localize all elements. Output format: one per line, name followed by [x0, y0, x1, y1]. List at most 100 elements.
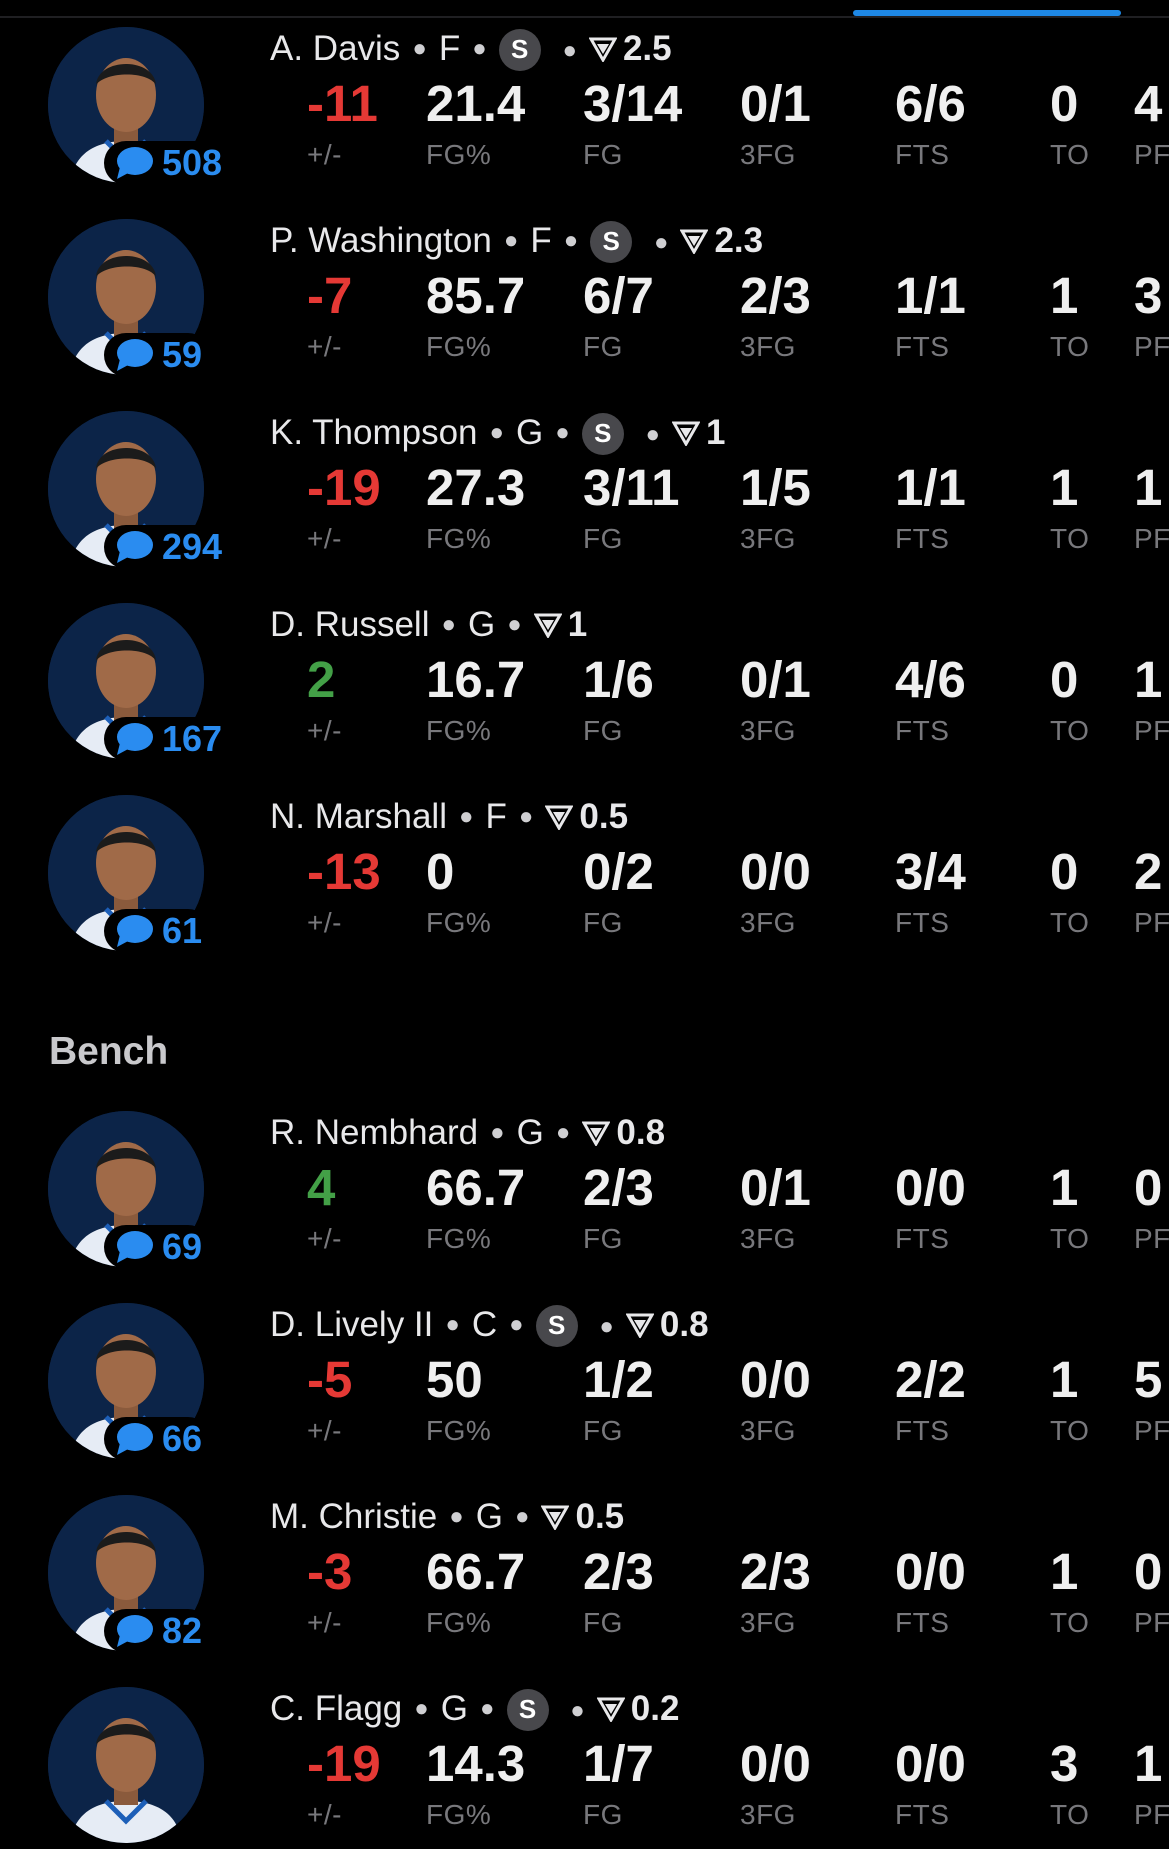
separator-dot: ● — [458, 803, 474, 830]
rating-value: 0.8 — [659, 1305, 709, 1344]
stat-value: 2/3 — [583, 1159, 654, 1216]
stat-value: 4 — [1134, 75, 1163, 132]
comment-count-badge[interactable]: 167 — [104, 717, 231, 761]
comment-count-badge[interactable]: 66 — [104, 1417, 211, 1461]
stat-label: FG% — [426, 1607, 492, 1638]
stat-fg: 0/2 FG — [583, 846, 654, 939]
stat-fg-percent: 14.3 FG% — [426, 1738, 525, 1831]
player-rating: 1 — [533, 605, 587, 645]
separator-dot: ● — [412, 35, 427, 62]
stat-value: 0 — [1050, 843, 1079, 900]
speech-bubble-icon — [117, 915, 153, 947]
player-row[interactable]: 294 K. Thompson ● G ● S ● 1 -19 +/- 27.3 F… — [0, 404, 1169, 596]
stat-label: +/- — [307, 523, 342, 554]
stat-value: 5 — [1134, 1351, 1163, 1408]
comment-count-badge[interactable]: 69 — [104, 1225, 211, 1269]
stat-label: FG% — [426, 1415, 492, 1446]
stat-plus-minus: 4 +/- — [307, 1162, 342, 1255]
rating-value: 0.8 — [616, 1113, 666, 1152]
player-position: F — [438, 29, 461, 68]
stat-label: 3FG — [740, 331, 796, 362]
stat-value: 1 — [1050, 1543, 1079, 1600]
player-row[interactable]: 61 N. Marshall ● F ● ● 0.5 -13 +/- 0 FG% 0… — [0, 788, 1169, 980]
stat-value: 1 — [1134, 459, 1163, 516]
stat-label: FG — [583, 1607, 623, 1638]
stat-turnovers: 1 TO — [1050, 1354, 1089, 1447]
player-rating: 2.5 — [588, 29, 672, 69]
stat-label: +/- — [307, 1607, 342, 1638]
stat-turnovers: 1 TO — [1050, 462, 1089, 555]
stat-label: PF — [1134, 1223, 1169, 1254]
player-row[interactable]: 69 R. Nembhard ● G ● ● 0.8 4+/- 66.7FG% … — [0, 1104, 1169, 1296]
stat-label: +/- — [307, 907, 342, 938]
stat-value: 1/7 — [583, 1735, 654, 1792]
player-name: M. Christie — [270, 1497, 438, 1536]
separator-dot: ● — [472, 35, 487, 62]
stat-label: 3FG — [740, 1223, 796, 1254]
separator-dot: ● — [445, 1311, 460, 1338]
stat-label: FG% — [426, 1223, 492, 1254]
triangle-rating-icon — [625, 1313, 654, 1338]
speech-bubble-icon — [117, 723, 153, 755]
stat-value: 1/1 — [895, 267, 966, 324]
stat-label: PF — [1134, 715, 1169, 746]
comment-count-badge[interactable]: 294 — [104, 525, 231, 569]
stat-three-fg: 2/3 3FG — [740, 1546, 811, 1639]
player-row[interactable]: C. Flagg ● G ● S ● 0.2 -19 +/- 14.3 FG% 1/… — [0, 1680, 1169, 1849]
stat-label: FTS — [895, 1607, 950, 1638]
box-score-screen: Bench 508 A. Davis ● F ● S ● 2.5 -11 +/-… — [0, 0, 1169, 1849]
player-row[interactable]: 59 P. Washington ● F ● S ● 2.3 -7 +/- 85.… — [0, 212, 1169, 404]
stat-turnovers: 3 TO — [1050, 1738, 1089, 1831]
separator-dot: ● — [645, 421, 661, 449]
player-rating: 0.8 — [625, 1305, 709, 1345]
player-avatar[interactable] — [48, 1687, 204, 1843]
stat-label: FG% — [426, 331, 492, 362]
stat-plus-minus: -19 +/- — [307, 1738, 381, 1831]
stat-label: 3FG — [740, 139, 796, 170]
stat-label: TO — [1050, 715, 1090, 746]
player-name: D. Lively II — [270, 1305, 434, 1344]
player-name: K. Thompson — [270, 413, 478, 452]
comment-count: 82 — [162, 1610, 203, 1651]
stat-label: PF — [1134, 1415, 1169, 1446]
stat-label: 3FG — [740, 1607, 796, 1638]
player-position: G — [475, 1497, 503, 1536]
stat-value: 3 — [1134, 267, 1163, 324]
stat-free-throws: 2/2 FTS — [895, 1354, 966, 1447]
stat-personal-fouls: 1 PF — [1134, 462, 1169, 555]
player-row[interactable]: 66 D. Lively II ● C ● S ● 0.8 -5 +/- 50 FG… — [0, 1296, 1169, 1488]
stat-three-fg: 0/1 3FG — [740, 78, 811, 171]
stat-value: -13 — [307, 843, 381, 900]
starter-badge: S — [506, 1688, 549, 1731]
comment-count-badge[interactable]: 59 — [104, 333, 211, 377]
stat-plus-minus: -3 +/- — [307, 1546, 352, 1639]
comment-count-badge[interactable]: 82 — [104, 1609, 211, 1653]
stat-free-throws: 0/0 FTS — [895, 1546, 966, 1639]
stat-fg: 3/11 FG — [583, 462, 679, 555]
player-row[interactable]: 167 D. Russell ● G ● ● 1 2 +/- 16.7 FG% 1/… — [0, 596, 1169, 788]
player-rating: 0.5 — [545, 797, 628, 837]
player-position: G — [516, 1113, 544, 1152]
stat-turnovers: 1 TO — [1050, 270, 1089, 363]
player-row[interactable]: 82 M. Christie ● G ● ● 0.5 -3 +/- 66.7 FG%… — [0, 1488, 1169, 1680]
triangle-rating-icon — [541, 1505, 570, 1530]
stat-label: FTS — [895, 1799, 950, 1830]
player-rating: 0.8 — [582, 1113, 665, 1153]
comment-count-badge[interactable]: 61 — [104, 909, 211, 953]
stat-value: 2/3 — [740, 267, 811, 324]
player-rating: 2.3 — [680, 221, 763, 261]
stat-plus-minus: -5 +/- — [307, 1354, 352, 1447]
player-name: N. Marshall — [270, 797, 447, 836]
stat-value: 0/0 — [895, 1159, 966, 1216]
comment-count-badge[interactable]: 508 — [104, 141, 231, 185]
stat-free-throws: 1/1 FTS — [895, 270, 966, 363]
stat-value: 0/0 — [740, 1351, 811, 1408]
stat-value: 21.4 — [426, 75, 526, 132]
stat-three-fg: 1/5 3FG — [740, 462, 811, 555]
stat-value: 2/2 — [895, 1351, 966, 1408]
stat-value: -19 — [307, 459, 381, 516]
rating-value: 2.3 — [714, 221, 764, 260]
separator-dot: ● — [518, 803, 534, 830]
player-row[interactable]: 508 A. Davis ● F ● S ● 2.5 -11 +/- 21.4 FG… — [0, 20, 1169, 212]
starter-wrap: S ● — [498, 27, 589, 71]
